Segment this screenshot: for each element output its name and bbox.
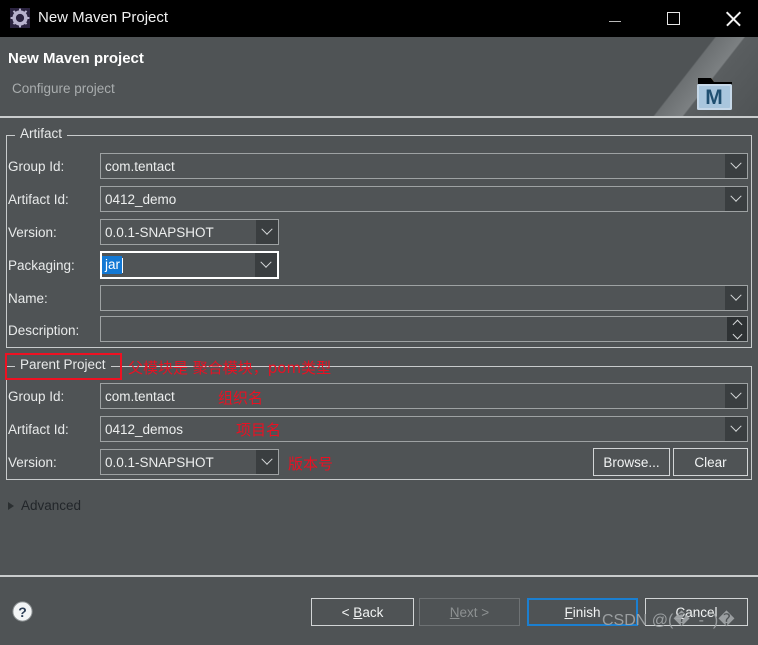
minimize-icon: [609, 21, 621, 22]
artifact-version-label: Version:: [8, 225, 57, 240]
window-titlebar: New Maven Project: [0, 0, 758, 37]
artifact-artifact-id-label: Artifact Id:: [8, 192, 69, 207]
artifact-packaging-value: jar: [102, 256, 123, 274]
text-caret: [122, 257, 124, 273]
chevron-down-icon[interactable]: [725, 187, 747, 211]
parent-artifact-id-value: 0412_demos: [105, 421, 184, 437]
parent-group-id-label: Group Id:: [8, 389, 65, 404]
csdn-watermark: CSDN @(� ̄ - ̄ )�: [602, 612, 735, 629]
annotation-group-note: 组织名: [218, 389, 264, 407]
chevron-up-icon[interactable]: [732, 319, 742, 329]
chevron-down-icon[interactable]: [725, 154, 747, 178]
artifact-artifact-id-combo[interactable]: 0412_demo: [100, 186, 748, 212]
close-button[interactable]: [710, 0, 756, 37]
parent-group-id-value: com.tentact: [105, 388, 175, 404]
chevron-down-icon[interactable]: [256, 220, 278, 244]
parent-artifact-id-label: Artifact Id:: [8, 422, 69, 437]
artifact-name-combo[interactable]: [100, 285, 748, 311]
maximize-button[interactable]: [650, 0, 696, 37]
footer-divider: [0, 575, 758, 577]
artifact-description-label: Description:: [8, 323, 80, 338]
header-divider: [0, 116, 758, 118]
svg-text:M: M: [705, 86, 723, 109]
annotation-version-note: 版本号: [288, 455, 334, 473]
chevron-down-icon[interactable]: [725, 384, 747, 408]
spinner-stepper[interactable]: [727, 317, 747, 341]
clear-button[interactable]: Clear: [673, 448, 748, 476]
parent-project-group-legend: Parent Project: [15, 357, 111, 372]
maven-gear-icon: [10, 8, 30, 28]
chevron-down-icon[interactable]: [255, 253, 277, 277]
parent-group-id-combo[interactable]: com.tentact: [100, 383, 748, 409]
artifact-group-id-combo[interactable]: com.tentact: [100, 153, 748, 179]
parent-version-value: 0.0.1-SNAPSHOT: [105, 454, 214, 470]
artifact-version-combo[interactable]: 0.0.1-SNAPSHOT: [100, 219, 279, 245]
chevron-down-icon[interactable]: [256, 450, 278, 474]
svg-text:?: ?: [18, 604, 27, 620]
browse-button[interactable]: Browse...: [593, 448, 670, 476]
dialog-header: New Maven project Configure project M: [0, 37, 758, 117]
artifact-description-input[interactable]: [100, 316, 748, 342]
annotation-artifact-note: 项目名: [236, 421, 282, 439]
artifact-group-id-value: com.tentact: [105, 158, 175, 174]
artifact-version-value: 0.0.1-SNAPSHOT: [105, 224, 214, 240]
window-title: New Maven Project: [38, 9, 169, 26]
page-subtitle: Configure project: [12, 81, 115, 96]
annotation-parent-note: 父模块是 聚合模块，pom类型: [128, 359, 332, 377]
parent-version-combo[interactable]: 0.0.1-SNAPSHOT: [100, 449, 279, 475]
parent-artifact-id-combo[interactable]: 0412_demos: [100, 416, 748, 442]
artifact-name-label: Name:: [8, 291, 48, 306]
artifact-group-id-label: Group Id:: [8, 159, 65, 174]
maximize-icon: [666, 12, 680, 25]
parent-version-label: Version:: [8, 455, 57, 470]
minimize-button[interactable]: [592, 0, 638, 37]
advanced-section-toggle[interactable]: Advanced: [8, 498, 81, 513]
maven-folder-m-icon: M: [692, 73, 738, 113]
advanced-label: Advanced: [21, 498, 82, 513]
chevron-down-icon[interactable]: [725, 286, 747, 310]
chevron-down-icon[interactable]: [725, 417, 747, 441]
back-button[interactable]: < Back: [311, 598, 414, 626]
artifact-packaging-combo[interactable]: jar: [100, 251, 279, 279]
chevron-down-icon[interactable]: [732, 329, 742, 339]
artifact-group-legend: Artifact: [15, 126, 68, 141]
chevron-right-icon: [8, 501, 14, 510]
next-button[interactable]: Next >: [419, 598, 520, 626]
artifact-artifact-id-value: 0412_demo: [105, 191, 177, 207]
artifact-packaging-label: Packaging:: [8, 258, 75, 273]
close-icon: [725, 11, 741, 27]
page-title: New Maven project: [8, 50, 144, 67]
new-maven-project-dialog: New Maven Project New Maven project Conf…: [0, 0, 758, 645]
help-question-icon[interactable]: ?: [12, 601, 33, 622]
